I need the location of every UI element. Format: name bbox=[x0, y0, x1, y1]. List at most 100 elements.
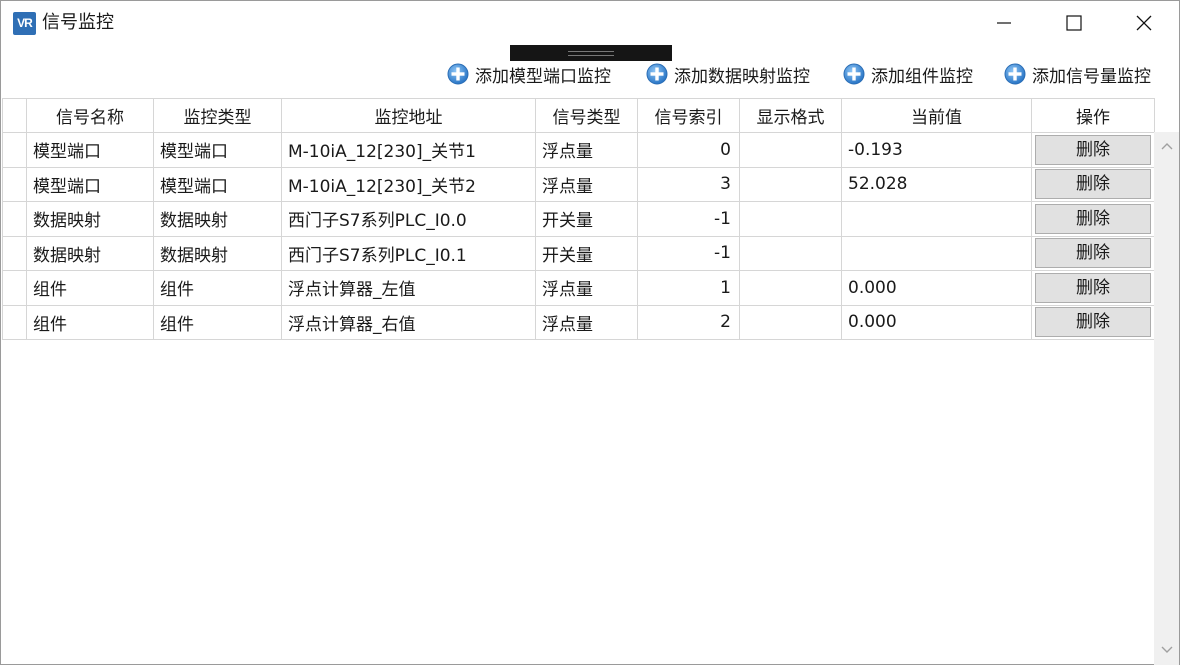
monitor-address-cell[interactable]: M-10iA_12[230]_关节2 bbox=[281, 166, 536, 202]
display-format-cell[interactable] bbox=[739, 235, 842, 271]
row-header-cell[interactable] bbox=[2, 166, 27, 202]
maximize-icon bbox=[1066, 15, 1082, 31]
table-row[interactable]: 数据映射 数据映射 西门子S7系列PLC_I0.1 开关量 -1 删除 bbox=[2, 235, 1155, 271]
monitor-type-cell[interactable]: 数据映射 bbox=[153, 235, 282, 271]
maximize-button[interactable] bbox=[1039, 1, 1109, 45]
signal-table: 信号名称 监控类型 监控地址 信号类型 信号索引 显示格式 当前值 操作 模型端… bbox=[2, 98, 1155, 340]
column-header-display-format[interactable]: 显示格式 bbox=[739, 98, 842, 133]
monitor-type-cell[interactable]: 模型端口 bbox=[153, 132, 282, 168]
monitor-address-cell[interactable]: M-10iA_12[230]_关节1 bbox=[281, 132, 536, 168]
signal-type-cell[interactable]: 开关量 bbox=[535, 235, 638, 271]
delete-button[interactable]: 删除 bbox=[1035, 169, 1151, 200]
minimize-icon bbox=[997, 22, 1011, 24]
row-header-cell[interactable] bbox=[2, 304, 27, 340]
action-cell: 删除 bbox=[1031, 270, 1155, 306]
monitor-address-cell[interactable]: 浮点计算器_右值 bbox=[281, 304, 536, 340]
add-model-port-monitor-button[interactable]: 添加模型端口监控 bbox=[447, 61, 611, 87]
row-header-cell[interactable] bbox=[2, 132, 27, 168]
toolbar: 添加模型端口监控 添加数据映射监控 添加组件监控 添加信号量监控 bbox=[1, 59, 1179, 89]
monitor-address-cell[interactable]: 西门子S7系列PLC_I0.0 bbox=[281, 201, 536, 237]
action-cell: 删除 bbox=[1031, 235, 1155, 271]
delete-button[interactable]: 删除 bbox=[1035, 272, 1151, 303]
signal-type-cell[interactable]: 浮点量 bbox=[535, 270, 638, 306]
close-icon bbox=[1136, 15, 1152, 31]
app-logo-icon: VR bbox=[13, 12, 36, 35]
add-component-monitor-button[interactable]: 添加组件监控 bbox=[843, 61, 973, 87]
signal-name-cell[interactable]: 数据映射 bbox=[26, 201, 154, 237]
signal-index-cell[interactable]: 2 bbox=[637, 304, 740, 340]
table-row[interactable]: 模型端口 模型端口 M-10iA_12[230]_关节2 浮点量 3 52.02… bbox=[2, 166, 1155, 202]
column-header-current-value[interactable]: 当前值 bbox=[841, 98, 1032, 133]
scroll-down-arrow-icon[interactable] bbox=[1160, 642, 1174, 656]
delete-button[interactable]: 删除 bbox=[1035, 307, 1151, 338]
signal-type-cell[interactable]: 浮点量 bbox=[535, 132, 638, 168]
table-header-row: 信号名称 监控类型 监控地址 信号类型 信号索引 显示格式 当前值 操作 bbox=[2, 98, 1155, 133]
signal-name-cell[interactable]: 模型端口 bbox=[26, 132, 154, 168]
delete-button[interactable]: 删除 bbox=[1035, 134, 1151, 165]
action-cell: 删除 bbox=[1031, 304, 1155, 340]
add-circle-icon bbox=[1004, 63, 1026, 85]
signal-name-cell[interactable]: 组件 bbox=[26, 270, 154, 306]
table-row[interactable]: 组件 组件 浮点计算器_左值 浮点量 1 0.000 删除 bbox=[2, 270, 1155, 306]
minimize-button[interactable] bbox=[969, 1, 1039, 45]
delete-button[interactable]: 删除 bbox=[1035, 238, 1151, 269]
column-header-monitor-type[interactable]: 监控类型 bbox=[153, 98, 282, 133]
display-format-cell[interactable] bbox=[739, 166, 842, 202]
add-circle-icon bbox=[843, 63, 865, 85]
window-title: 信号监控 bbox=[42, 12, 114, 33]
current-value-cell[interactable]: -0.193 bbox=[841, 132, 1032, 168]
column-header-monitor-address[interactable]: 监控地址 bbox=[281, 98, 536, 133]
display-format-cell[interactable] bbox=[739, 201, 842, 237]
signal-type-cell[interactable]: 浮点量 bbox=[535, 304, 638, 340]
current-value-cell[interactable]: 0.000 bbox=[841, 270, 1032, 306]
add-signal-monitor-label: 添加信号量监控 bbox=[1032, 66, 1151, 87]
signal-index-cell[interactable]: 1 bbox=[637, 270, 740, 306]
display-format-cell[interactable] bbox=[739, 304, 842, 340]
signal-index-cell[interactable]: 3 bbox=[637, 166, 740, 202]
table-row[interactable]: 模型端口 模型端口 M-10iA_12[230]_关节1 浮点量 0 -0.19… bbox=[2, 132, 1155, 168]
action-cell: 删除 bbox=[1031, 132, 1155, 168]
monitor-address-cell[interactable]: 西门子S7系列PLC_I0.1 bbox=[281, 235, 536, 271]
signal-type-cell[interactable]: 浮点量 bbox=[535, 166, 638, 202]
signal-type-cell[interactable]: 开关量 bbox=[535, 201, 638, 237]
title-bar[interactable]: VR 信号监控 bbox=[1, 1, 1179, 45]
column-header-signal-name[interactable]: 信号名称 bbox=[26, 98, 154, 133]
display-format-cell[interactable] bbox=[739, 270, 842, 306]
display-format-cell[interactable] bbox=[739, 132, 842, 168]
monitor-type-cell[interactable]: 数据映射 bbox=[153, 201, 282, 237]
current-value-cell[interactable] bbox=[841, 235, 1032, 271]
signal-index-cell[interactable]: 0 bbox=[637, 132, 740, 168]
column-header-signal-index[interactable]: 信号索引 bbox=[637, 98, 740, 133]
add-model-port-monitor-label: 添加模型端口监控 bbox=[475, 66, 611, 87]
signal-name-cell[interactable]: 组件 bbox=[26, 304, 154, 340]
signal-monitor-window: VR 信号监控 添加模型端口监控 添加数据映射监控 添加组件监控 添加信号量监控 bbox=[0, 0, 1180, 665]
table-row[interactable]: 数据映射 数据映射 西门子S7系列PLC_I0.0 开关量 -1 删除 bbox=[2, 201, 1155, 237]
vertical-scrollbar[interactable] bbox=[1154, 132, 1179, 665]
current-value-cell[interactable]: 0.000 bbox=[841, 304, 1032, 340]
delete-button[interactable]: 删除 bbox=[1035, 203, 1151, 234]
scroll-up-arrow-icon[interactable] bbox=[1160, 140, 1174, 154]
add-circle-icon bbox=[447, 63, 469, 85]
row-header-corner bbox=[2, 98, 27, 133]
signal-index-cell[interactable]: -1 bbox=[637, 201, 740, 237]
close-button[interactable] bbox=[1109, 1, 1179, 45]
column-header-signal-type[interactable]: 信号类型 bbox=[535, 98, 638, 133]
table-row[interactable]: 组件 组件 浮点计算器_右值 浮点量 2 0.000 删除 bbox=[2, 304, 1155, 340]
column-header-action[interactable]: 操作 bbox=[1031, 98, 1155, 133]
add-signal-monitor-button[interactable]: 添加信号量监控 bbox=[1004, 61, 1151, 87]
current-value-cell[interactable]: 52.028 bbox=[841, 166, 1032, 202]
add-data-map-monitor-label: 添加数据映射监控 bbox=[674, 66, 810, 87]
signal-name-cell[interactable]: 模型端口 bbox=[26, 166, 154, 202]
row-header-cell[interactable] bbox=[2, 235, 27, 271]
action-cell: 删除 bbox=[1031, 166, 1155, 202]
monitor-type-cell[interactable]: 组件 bbox=[153, 304, 282, 340]
monitor-address-cell[interactable]: 浮点计算器_左值 bbox=[281, 270, 536, 306]
signal-name-cell[interactable]: 数据映射 bbox=[26, 235, 154, 271]
monitor-type-cell[interactable]: 组件 bbox=[153, 270, 282, 306]
row-header-cell[interactable] bbox=[2, 201, 27, 237]
signal-index-cell[interactable]: -1 bbox=[637, 235, 740, 271]
row-header-cell[interactable] bbox=[2, 270, 27, 306]
monitor-type-cell[interactable]: 模型端口 bbox=[153, 166, 282, 202]
add-data-map-monitor-button[interactable]: 添加数据映射监控 bbox=[646, 61, 810, 87]
current-value-cell[interactable] bbox=[841, 201, 1032, 237]
